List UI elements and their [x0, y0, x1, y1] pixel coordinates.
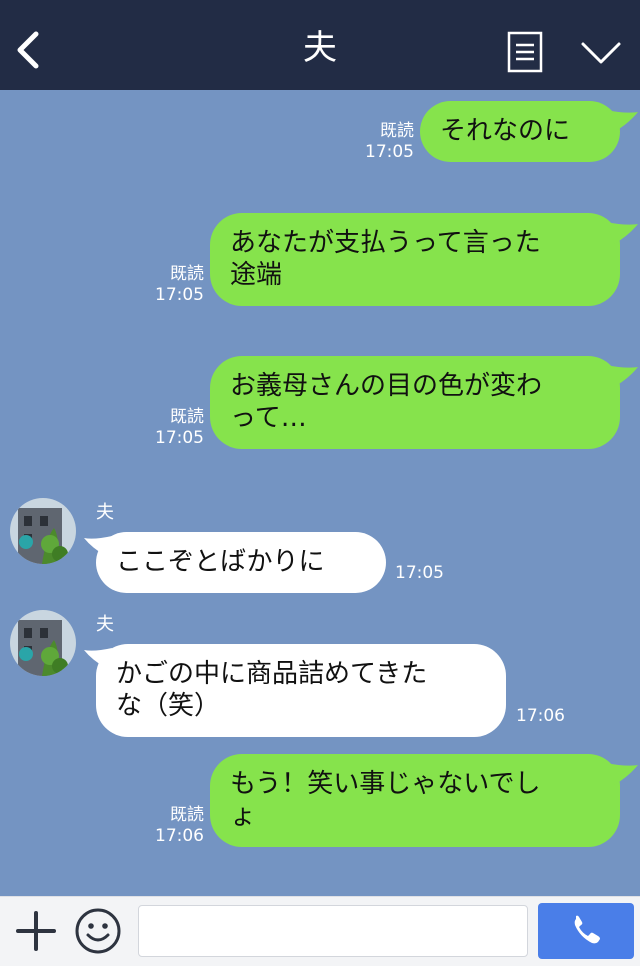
- message-meta: 既読 17:05: [140, 264, 204, 306]
- message-meta: 既読 17:05: [140, 407, 204, 449]
- message-text: かごの中に商品詰めてきた: [116, 659, 428, 689]
- input-bar: [0, 896, 640, 966]
- plus-icon: [16, 911, 56, 951]
- message-text: それなのに: [440, 116, 571, 146]
- read-receipt: 既読: [170, 264, 204, 284]
- message-text: ここぞとばかりに: [116, 547, 325, 577]
- message-time: 17:05: [365, 142, 414, 162]
- collapse-button[interactable]: [578, 34, 624, 70]
- message-bubble[interactable]: それなのに: [420, 101, 620, 162]
- message-bubble[interactable]: あなたが支払うって言った 途端: [210, 213, 620, 306]
- read-receipt: 既読: [380, 121, 414, 141]
- message-text: な（笑）: [116, 691, 221, 721]
- chat-header: 夫: [0, 0, 640, 90]
- memo-button[interactable]: [506, 30, 544, 74]
- sender-name: 夫: [96, 502, 114, 523]
- add-attachment-button[interactable]: [14, 909, 58, 953]
- chat-title: 夫: [303, 28, 337, 68]
- message-time: 17:06: [516, 706, 565, 726]
- message-bubble[interactable]: もう！笑い事じゃないでし ょ: [210, 754, 620, 847]
- sender-name: 夫: [96, 614, 114, 635]
- avatar[interactable]: [10, 498, 76, 564]
- message-time: 17:05: [155, 428, 204, 448]
- message-time: 17:05: [395, 563, 444, 583]
- message-bubble[interactable]: ここぞとばかりに: [96, 532, 386, 593]
- message-text: もう！笑い事じゃないでし: [230, 769, 541, 799]
- bubble-tail: [606, 763, 638, 785]
- avatar-photo-icon: [10, 498, 76, 564]
- message-text: 途端: [230, 260, 283, 290]
- chevron-down-icon: [581, 42, 621, 64]
- message-meta: 既読 17:06: [140, 805, 204, 847]
- read-receipt: 既読: [170, 407, 204, 427]
- message-input[interactable]: [138, 905, 528, 957]
- message-bubble[interactable]: お義母さんの目の色が変わ って…: [210, 356, 620, 449]
- bubble-tail: [606, 110, 638, 132]
- message-text: お義母さんの目の色が変わ: [230, 371, 543, 401]
- avatar-photo-icon: [10, 610, 76, 676]
- call-button[interactable]: [538, 903, 634, 959]
- read-receipt: 既読: [170, 805, 204, 825]
- message-meta: 既読 17:05: [352, 121, 414, 163]
- message-time: 17:05: [155, 285, 204, 305]
- message-text: って…: [230, 403, 307, 433]
- phone-icon: [574, 915, 600, 944]
- memo-list-icon: [507, 31, 543, 73]
- emoji-button[interactable]: [74, 907, 122, 955]
- message-bubble[interactable]: かごの中に商品詰めてきた な（笑）: [96, 644, 506, 737]
- bubble-tail: [606, 365, 638, 387]
- bubble-tail: [606, 222, 638, 244]
- smiley-icon: [75, 908, 121, 954]
- avatar[interactable]: [10, 610, 76, 676]
- message-text: ょ: [230, 801, 257, 831]
- message-text: あなたが支払うって言った: [230, 228, 541, 258]
- message-time: 17:06: [155, 826, 204, 846]
